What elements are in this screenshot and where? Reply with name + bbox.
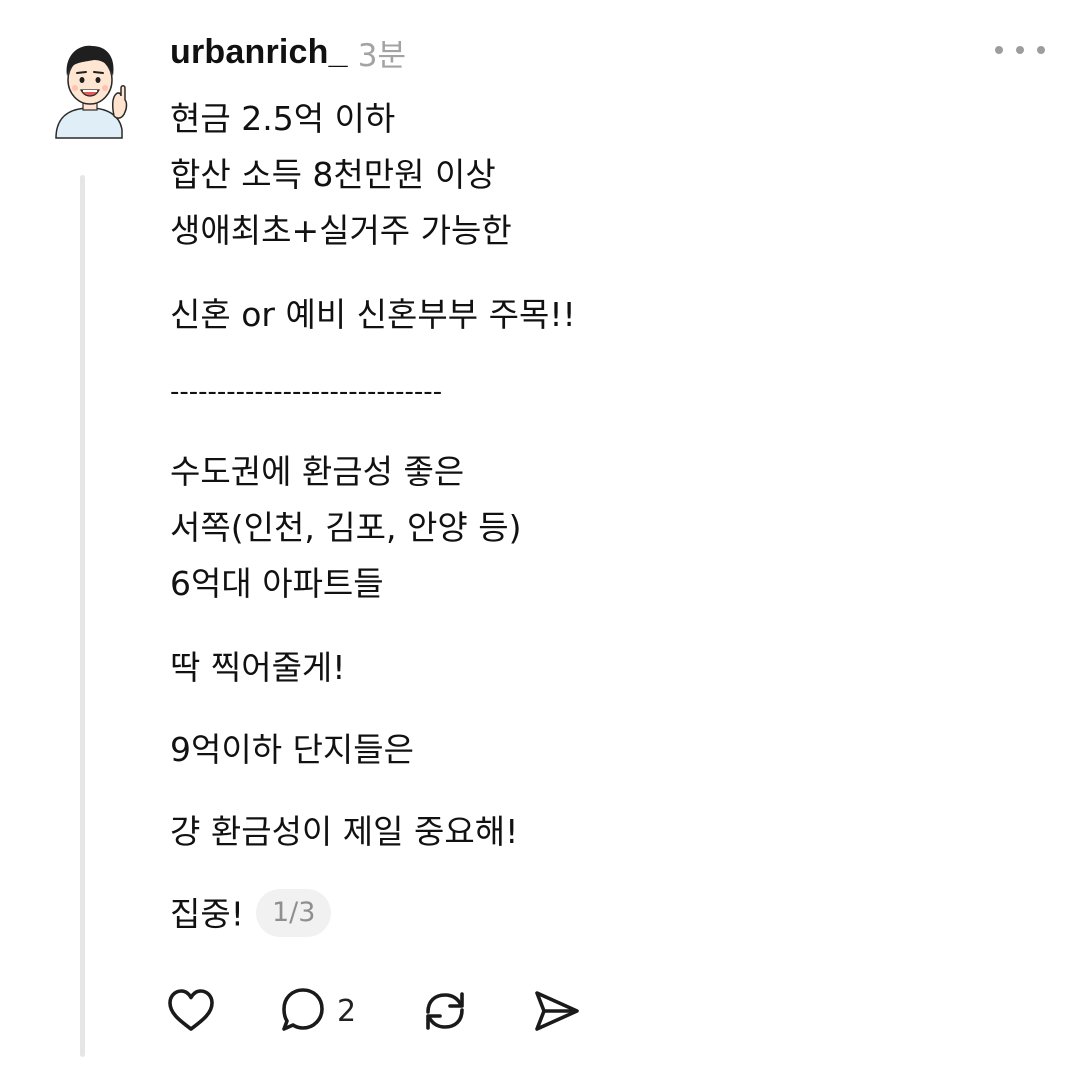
post-text-line: 딱 찍어줄게! (170, 648, 346, 687)
post-text-line: 수도권에 환금성 좋은 (170, 452, 465, 491)
post-text-line: 9억이하 단지들은 (170, 730, 415, 769)
post-text-divider: ----------------------------- (170, 377, 443, 407)
post-text-line: 걍 환금성이 제일 중요해! (170, 812, 519, 851)
comment-count: 2 (337, 993, 357, 1029)
more-options-button[interactable] (995, 38, 1045, 62)
more-dot-icon (1016, 46, 1024, 54)
avatar[interactable] (50, 38, 130, 142)
post-text-line: 집중! (170, 894, 244, 934)
post-text-line: 생애최초+실거주 가능한 (170, 211, 512, 250)
more-dot-icon (995, 46, 1003, 54)
send-icon (535, 991, 579, 1031)
post-header: urbanrich_ 3분 (170, 28, 406, 76)
thread-line (80, 175, 85, 1057)
share-button[interactable] (531, 985, 583, 1037)
comment-bubble-icon (282, 988, 324, 1031)
post-text-last-line: 집중! 1/3 (170, 889, 332, 940)
post-text-line: 현금 2.5억 이하 (170, 99, 396, 138)
more-dot-icon (1037, 46, 1045, 54)
heart-icon (168, 989, 214, 1031)
avatar-illustration (55, 45, 128, 139)
post-time: 3분 (357, 37, 406, 74)
username[interactable]: urbanrich_ (170, 33, 348, 72)
comment-button[interactable]: 2 (277, 985, 356, 1037)
repost-button[interactable] (419, 985, 471, 1037)
post-text-line: 신혼 or 예비 신혼부부 주목!! (170, 295, 576, 334)
page-indicator-badge: 1/3 (255, 889, 332, 937)
like-button[interactable] (165, 985, 217, 1037)
post-text-line: 합산 소득 8천만원 이상 (170, 155, 496, 194)
repost-icon (426, 992, 464, 1030)
post-text-line: 서쪽(인천, 김포, 안양 등) (170, 508, 522, 547)
post-text-line: 6억대 아파트들 (170, 564, 384, 603)
